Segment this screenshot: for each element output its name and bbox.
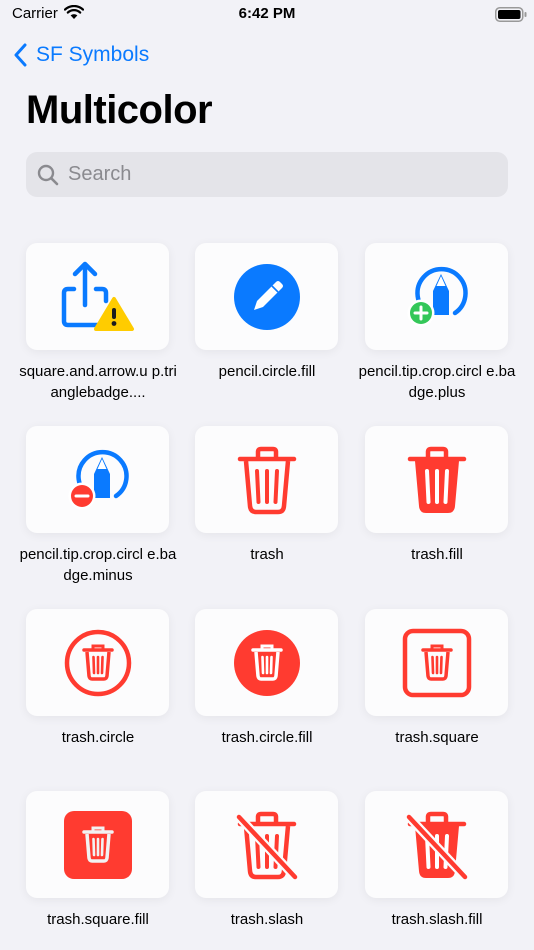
symbol-cell[interactable]: trash.circle bbox=[26, 609, 169, 748]
symbol-tile[interactable] bbox=[195, 791, 338, 898]
symbol-tile[interactable] bbox=[195, 243, 338, 350]
symbol-tile[interactable] bbox=[26, 426, 169, 533]
trash-square-icon bbox=[402, 628, 471, 697]
symbol-tile[interactable] bbox=[365, 609, 508, 716]
symbol-tile[interactable] bbox=[365, 243, 508, 350]
symbol-cell[interactable]: pencil.tip.crop.circl e.badge.minus bbox=[20, 426, 176, 586]
symbol-tile[interactable] bbox=[195, 609, 338, 716]
symbol-label: trash.circle bbox=[61, 729, 135, 746]
symbol-cell[interactable]: trash bbox=[195, 426, 338, 565]
trash-slash-fill-icon bbox=[405, 811, 468, 880]
symbol-tile[interactable] bbox=[365, 426, 508, 533]
pencil-tip-crop-circle-badge-plus-icon bbox=[407, 266, 468, 326]
symbol-cell[interactable]: trash.square bbox=[365, 609, 508, 748]
trash-square-fill-icon bbox=[63, 810, 132, 879]
symbol-label: trash.slash bbox=[230, 911, 304, 928]
symbol-label: trash.circle.fill bbox=[221, 729, 313, 746]
symbol-label: trash.fill bbox=[411, 546, 463, 563]
symbol-cell[interactable]: pencil.tip.crop.circl e.badge.plus bbox=[359, 243, 515, 403]
symbol-cell[interactable]: trash.square.fill bbox=[26, 791, 169, 930]
square-and-arrow-up-trianglebadge-icon bbox=[61, 261, 134, 331]
symbol-cell[interactable]: trash.slash bbox=[195, 791, 338, 930]
symbol-cell[interactable]: square.and.arrow.u p.trianglebadge.... bbox=[19, 243, 177, 403]
symbol-label: pencil.tip.crop.circl e.badge.plus bbox=[358, 363, 516, 401]
trash-icon bbox=[237, 446, 296, 514]
symbol-tile[interactable] bbox=[26, 609, 169, 716]
symbol-tile[interactable] bbox=[26, 791, 169, 898]
pencil-tip-crop-circle-badge-minus-icon bbox=[68, 449, 129, 509]
chevron-left-icon bbox=[14, 43, 27, 67]
back-button[interactable]: SF Symbols bbox=[14, 40, 149, 70]
symbol-tile[interactable] bbox=[195, 426, 338, 533]
symbol-cell[interactable]: trash.slash.fill bbox=[365, 791, 508, 930]
status-bar: Carrier 6:42 PM bbox=[0, 0, 534, 30]
symbol-label: pencil.tip.crop.circl e.badge.minus bbox=[19, 546, 177, 584]
symbol-label: square.and.arrow.u p.trianglebadge.... bbox=[19, 363, 177, 401]
symbol-tile[interactable] bbox=[365, 791, 508, 898]
symbol-cell[interactable]: trash.fill bbox=[365, 426, 508, 565]
clock: 6:42 PM bbox=[238, 5, 296, 22]
symbol-label: trash.square.fill bbox=[47, 911, 149, 928]
trash-circle-icon bbox=[64, 629, 131, 696]
symbol-cell[interactable]: trash.circle.fill bbox=[195, 609, 338, 748]
symbol-label: pencil.circle.fill bbox=[218, 363, 316, 380]
symbol-tile[interactable] bbox=[26, 243, 169, 350]
pencil-circle-fill-icon bbox=[233, 263, 300, 330]
battery-icon bbox=[495, 7, 527, 27]
search-bar[interactable] bbox=[26, 152, 508, 197]
page-title: Multicolor bbox=[26, 88, 213, 132]
trash-slash-icon bbox=[235, 811, 298, 880]
search-icon bbox=[37, 164, 59, 185]
symbol-label: trash.square bbox=[395, 729, 479, 746]
symbol-label: trash.slash.fill bbox=[391, 911, 483, 928]
trash-circle-fill-icon bbox=[233, 629, 300, 696]
symbol-label: trash bbox=[250, 546, 284, 563]
back-button-label: SF Symbols bbox=[36, 43, 150, 66]
symbol-cell[interactable]: pencil.circle.fill bbox=[195, 243, 338, 382]
search-input[interactable] bbox=[68, 163, 488, 186]
trash-fill-icon bbox=[407, 446, 466, 513]
